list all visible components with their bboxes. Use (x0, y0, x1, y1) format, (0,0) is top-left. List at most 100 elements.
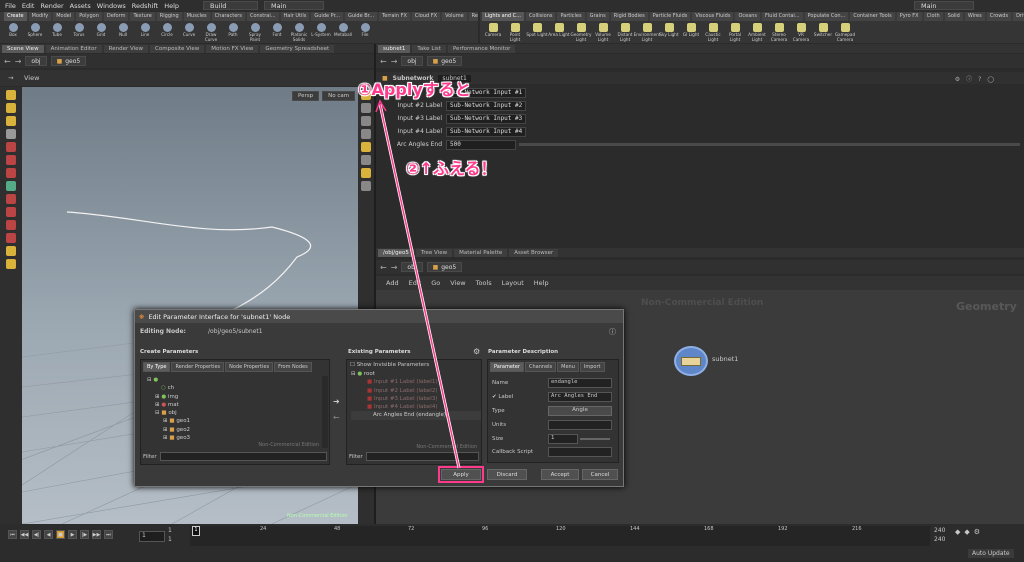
shelf-tool-button[interactable]: Draw Curve (200, 21, 222, 43)
menu-file[interactable]: File (5, 2, 16, 10)
param-value[interactable]: Sub-Network Input #4 (446, 126, 526, 137)
shelf-tab[interactable]: Pyro FX (896, 12, 922, 21)
shelf-tool-button[interactable]: Null (112, 21, 134, 43)
tab-scene-view[interactable]: Scene View (2, 45, 44, 53)
tab-material-palette[interactable]: Material Palette (454, 249, 508, 257)
name-field[interactable]: endangle (548, 378, 612, 388)
net-menu-add[interactable]: Add (386, 279, 399, 287)
shelf-tool-button[interactable]: Curve (178, 21, 200, 43)
tab-composite-view[interactable]: Composite View (150, 45, 205, 53)
help-icon[interactable]: ⓘ (609, 327, 616, 337)
shelf-tab[interactable]: Terrain FX (379, 12, 410, 21)
shelf-tab[interactable]: Hair Utils (280, 12, 310, 21)
tab-take-list[interactable]: Take List (412, 45, 446, 53)
path-obj[interactable]: obj (401, 56, 423, 66)
remove-arrow-icon[interactable]: ← (333, 413, 340, 422)
shelf-tool-button[interactable]: Metaball (332, 21, 354, 43)
shelf-tab[interactable]: Constrai... (246, 12, 279, 21)
shelf-tool-button[interactable]: Area Light (548, 21, 570, 43)
shelf-tool-button[interactable]: Gamepad Camera (834, 21, 856, 43)
shelf-tab[interactable]: Texture (130, 12, 155, 21)
list-item-selected[interactable]: Arc Angles End (endangle) (351, 411, 481, 420)
shelf-tab[interactable]: Particle Fluids (649, 12, 691, 21)
list-item[interactable]: ⊞ ● img (147, 393, 329, 401)
shelf-tool-button[interactable]: File (354, 21, 376, 43)
shelf-tool-button[interactable]: Point Light (504, 21, 526, 43)
pose-icon[interactable] (6, 181, 16, 191)
net-menu-go[interactable]: Go (431, 279, 440, 287)
shelf-tab[interactable]: Solid (944, 12, 963, 21)
magnet-icon[interactable] (6, 142, 16, 152)
cancel-button[interactable]: Cancel (582, 469, 618, 480)
tab-node-properties[interactable]: Node Properties (225, 362, 274, 372)
current-frame-field[interactable]: 1 (139, 531, 165, 542)
persp-dropdown[interactable]: Persp (292, 91, 320, 101)
camera2-icon[interactable] (361, 168, 371, 178)
shelf-tool-button[interactable]: Spot Light (526, 21, 548, 43)
shelf-tool-button[interactable]: Grid (90, 21, 112, 43)
build-dropdown[interactable]: Build (203, 1, 259, 10)
param-slider[interactable] (519, 143, 1020, 146)
shelf-tool-button[interactable]: L-System (310, 21, 332, 43)
shelf-tool-button[interactable]: Volume Light (592, 21, 614, 43)
camera-dropdown[interactable]: No cam (322, 91, 356, 101)
shelf-tool-button[interactable]: Geometry Light (570, 21, 592, 43)
tab-render-properties[interactable]: Render Properties (171, 362, 225, 372)
grid-icon[interactable] (361, 181, 371, 191)
start-frame-2[interactable]: 1 (168, 536, 172, 543)
shelf-tool-button[interactable]: Sky Light (658, 21, 680, 43)
shelf-tool-button[interactable]: Caustic Light (702, 21, 724, 43)
path-obj[interactable]: obj (401, 262, 423, 272)
back-arrow-icon[interactable]: ← (380, 263, 387, 272)
menu-windows[interactable]: Windows (97, 2, 126, 10)
shelf-tool-button[interactable]: Line (134, 21, 156, 43)
handle-icon[interactable] (6, 168, 16, 178)
show-invisible-checkbox[interactable]: ☐ Show Invisible Parameters (347, 360, 481, 370)
desktop-dropdown-right[interactable]: Main (914, 1, 974, 10)
tab-performance-monitor[interactable]: Performance Monitor (447, 45, 516, 53)
type-dropdown[interactable]: Angle (548, 406, 612, 416)
playhead[interactable]: 1 (192, 526, 200, 536)
paint-icon[interactable] (6, 207, 16, 217)
list-item[interactable]: ⊞ ■ geo2 (147, 426, 329, 434)
list-item[interactable]: ⊞ ● mat (147, 401, 329, 409)
brush-icon[interactable] (6, 220, 16, 230)
start-frame[interactable]: 1 (168, 527, 172, 534)
menu-edit[interactable]: Edit (22, 2, 35, 10)
tab-menu[interactable]: Menu (557, 362, 579, 372)
size-slider[interactable] (580, 438, 610, 440)
shelf-tool-button[interactable]: Path (222, 21, 244, 43)
shelf-tab[interactable]: Collisions (525, 12, 556, 21)
rotate-icon[interactable] (6, 116, 16, 126)
shelf-tab[interactable]: Rigging (156, 12, 182, 21)
list-item[interactable]: ■ Input #4 Label (label4) (351, 403, 481, 411)
display-icon[interactable] (6, 259, 16, 269)
shelf-tab[interactable]: Muscles (183, 12, 210, 21)
tree-root[interactable]: ⊟ ● root (351, 370, 481, 378)
gear-icon[interactable]: ⚙ (473, 347, 480, 356)
tab-asset-browser[interactable]: Asset Browser (509, 249, 559, 257)
param-value[interactable]: Sub-Network Input #2 (446, 100, 526, 111)
shelf-tool-button[interactable]: Circle (156, 21, 178, 43)
shelf-tab[interactable]: Lights and C... (482, 12, 524, 21)
display-options-icon[interactable] (361, 103, 371, 113)
apply-button[interactable]: Apply (438, 466, 484, 483)
play-icon[interactable]: ▶ (68, 530, 77, 539)
create-filter-input[interactable] (159, 452, 327, 461)
shelf-tool-button[interactable]: Stereo Camera (768, 21, 790, 43)
list-item[interactable]: ■ Input #1 Label (label1) (351, 378, 481, 386)
select-icon[interactable] (6, 90, 16, 100)
shelf-tab[interactable]: Guide Br... (344, 12, 378, 21)
shelf-tab[interactable]: Redshift (468, 12, 478, 21)
end-frame[interactable]: 240 (934, 527, 945, 534)
step-back-icon[interactable]: ◀◀ (20, 530, 29, 539)
tab-network[interactable]: /obj/geo5 (378, 249, 414, 257)
wire-icon[interactable] (361, 116, 371, 126)
magnet2-icon[interactable] (6, 233, 16, 243)
tree-root[interactable]: ⊟ ● (147, 376, 329, 384)
scene-icon[interactable] (6, 246, 16, 256)
key-icons[interactable]: ◆◆⚙ (955, 528, 984, 536)
shelf-tool-button[interactable]: Box (2, 21, 24, 43)
shelf-tool-button[interactable]: Platonic Solids (288, 21, 310, 43)
shelf-tool-button[interactable]: VR Camera (790, 21, 812, 43)
